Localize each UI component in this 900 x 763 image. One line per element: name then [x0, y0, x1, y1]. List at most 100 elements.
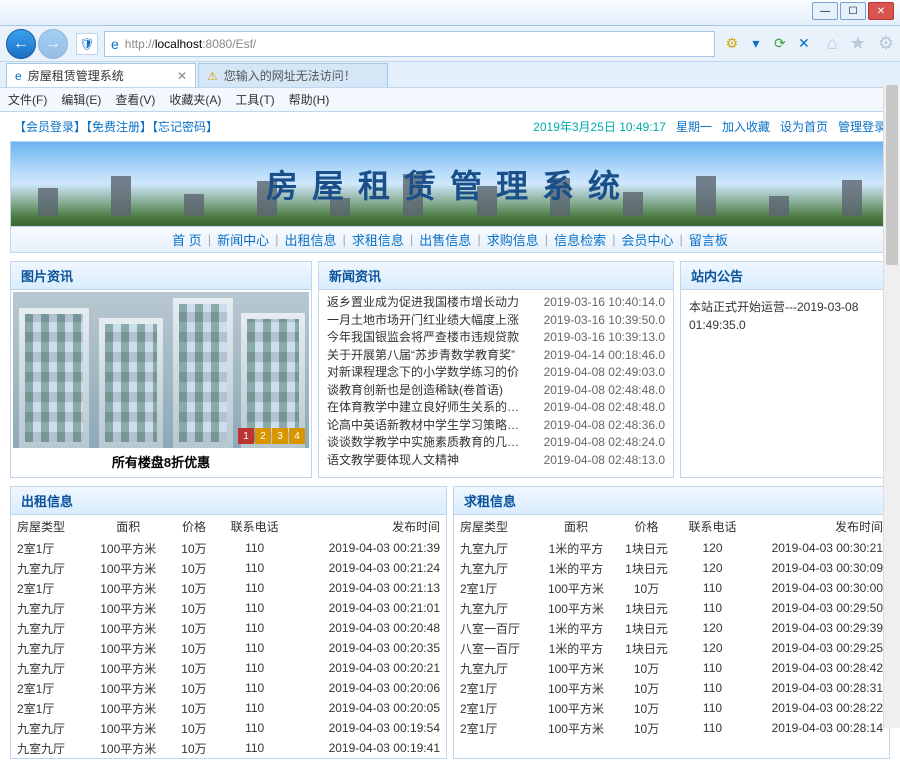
table-row[interactable]: 九室九厅100平方米1块日元1102019-04-03 00:29:50: [454, 598, 889, 618]
nav-home[interactable]: 首 页: [172, 230, 202, 249]
panel-header: 图片资讯: [11, 262, 311, 290]
refresh-icon[interactable]: ⟳: [771, 35, 789, 53]
weekday-text: 星期一: [676, 118, 712, 135]
menu-tools[interactable]: 工具(T): [235, 91, 274, 108]
tab-close-icon[interactable]: ✕: [177, 69, 187, 83]
back-button[interactable]: ←: [6, 29, 36, 59]
col-header: 联系电话: [678, 515, 747, 538]
table-row[interactable]: 九室九厅100平方米10万1102019-04-03 00:20:35: [11, 638, 446, 658]
table-row[interactable]: 九室九厅1米的平方1块日元1202019-04-03 00:30:09: [454, 558, 889, 578]
notice-text: 本站正式开始运营---2019-03-08 01:49:35.0: [681, 290, 889, 342]
link-home[interactable]: 设为首页: [780, 118, 828, 135]
table-row[interactable]: 2室1厅100平方米10万1102019-04-03 00:28:14: [454, 718, 889, 738]
tab-active[interactable]: e 房屋租赁管理系统 ✕: [6, 63, 196, 87]
ie-icon: e: [15, 69, 22, 83]
news-item[interactable]: 今年我国银监会将严查楼市违规贷款2019-03-16 10:39:13.0: [327, 329, 665, 347]
forward-button[interactable]: →: [38, 29, 68, 59]
table-row[interactable]: 2室1厅100平方米10万1102019-04-03 00:21:13: [11, 578, 446, 598]
table-row[interactable]: 九室九厅100平方米10万1102019-04-03 00:20:21: [11, 658, 446, 678]
nav-search[interactable]: 信息检索: [554, 230, 606, 249]
link-fav[interactable]: 加入收藏: [722, 118, 770, 135]
menu-help[interactable]: 帮助(H): [289, 91, 330, 108]
gear-icon[interactable]: ⚙: [878, 33, 894, 54]
stop-icon[interactable]: ✕: [795, 35, 813, 53]
tab-inactive[interactable]: ⚠ 您输入的网址无法访问！: [198, 63, 388, 87]
close-button[interactable]: ✕: [868, 2, 894, 20]
home-icon[interactable]: ⌂: [827, 33, 838, 54]
favorites-icon[interactable]: ★: [850, 33, 866, 54]
table-row[interactable]: 九室九厅100平方米10万1102019-04-03 00:21:24: [11, 558, 446, 578]
datetime-text: 2019年3月25日 10:49:17: [533, 118, 666, 135]
table-row[interactable]: 九室九厅100平方米10万1102019-04-03 00:19:41: [11, 738, 446, 758]
menu-view[interactable]: 查看(V): [115, 91, 155, 108]
page-3[interactable]: 3: [272, 428, 288, 444]
nav-member[interactable]: 会员中心: [622, 230, 674, 249]
table-row[interactable]: 2室1厅100平方米10万1102019-04-03 00:20:05: [11, 698, 446, 718]
panel-rent-seek: 求租信息 房屋类型面积价格联系电话发布时间九室九厅1米的平方1块日元120201…: [453, 486, 890, 759]
address-controls: ⚙ ▾ ⟳ ✕: [723, 35, 813, 53]
news-item[interactable]: 对新课程理念下的小学数学练习的价2019-04-08 02:49:03.0: [327, 364, 665, 382]
panel-pic-news: 图片资讯 1 2 3 4 所有楼盘8折优惠: [10, 261, 312, 478]
table-row[interactable]: 九室九厅100平方米10万1102019-04-03 00:20:48: [11, 618, 446, 638]
link-forgot[interactable]: 【忘记密码】: [152, 120, 218, 134]
dropdown-icon[interactable]: ▾: [747, 35, 765, 53]
table-row[interactable]: 2室1厅100平方米10万1102019-04-03 00:28:22: [454, 698, 889, 718]
scroll-thumb[interactable]: [886, 85, 898, 265]
col-header: 价格: [615, 515, 678, 538]
tab-label: 您输入的网址无法访问！: [224, 67, 356, 84]
news-item[interactable]: 谈教育创新也是创造稀缺(卷首语)2019-04-08 02:48:48.0: [327, 382, 665, 400]
chrome-toolbar: ⌂ ★ ⚙: [827, 33, 894, 54]
security-icon[interactable]: 🛡: [76, 33, 98, 55]
window-titlebar: — ☐ ✕: [0, 0, 900, 26]
table-row[interactable]: 九室九厅100平方米10万1102019-04-03 00:19:54: [11, 718, 446, 738]
url-host: localhost: [155, 37, 202, 51]
nav-sale[interactable]: 出售信息: [419, 230, 471, 249]
menu-favorites[interactable]: 收藏夹(A): [169, 91, 221, 108]
nav-guestbook[interactable]: 留言板: [689, 230, 728, 249]
address-bar[interactable]: e http://localhost:8080/Esf/: [104, 31, 715, 57]
minimize-button[interactable]: —: [812, 2, 838, 20]
panel-rent-out: 出租信息 房屋类型面积价格联系电话发布时间2室1厅100平方米10万110201…: [10, 486, 447, 759]
compat-icon[interactable]: ⚙: [723, 35, 741, 53]
maximize-button[interactable]: ☐: [840, 2, 866, 20]
table-row[interactable]: 2室1厅100平方米10万1102019-04-03 00:20:06: [11, 678, 446, 698]
menu-edit[interactable]: 编辑(E): [61, 91, 101, 108]
news-item[interactable]: 语文教学要体现人文精神2019-04-08 02:48:13.0: [327, 452, 665, 470]
table-row[interactable]: 2室1厅100平方米10万1102019-04-03 00:30:00: [454, 578, 889, 598]
table-row[interactable]: 九室九厅1米的平方1块日元1202019-04-03 00:30:21: [454, 538, 889, 558]
nav-buy[interactable]: 求购信息: [487, 230, 539, 249]
url-scheme: http://: [125, 37, 155, 51]
table-row[interactable]: 八室一百厅1米的平方1块日元1202019-04-03 00:29:39: [454, 618, 889, 638]
panel-header: 新闻资讯: [319, 262, 673, 290]
news-item[interactable]: 在体育教学中建立良好师生关系的有效2019-04-08 02:48:48.0: [327, 399, 665, 417]
nav-rentseek[interactable]: 求租信息: [352, 230, 404, 249]
col-header: 发布时间: [747, 515, 889, 538]
scrollbar[interactable]: [883, 85, 900, 728]
table-row[interactable]: 2室1厅100平方米10万1102019-04-03 00:21:39: [11, 538, 446, 558]
menu-file[interactable]: 文件(F): [8, 91, 47, 108]
col-header: 面积: [86, 515, 171, 538]
table-row[interactable]: 九室九厅100平方米10万1102019-04-03 00:28:42: [454, 658, 889, 678]
page-4[interactable]: 4: [289, 428, 305, 444]
link-register[interactable]: 【免费注册】: [86, 120, 152, 134]
page-2[interactable]: 2: [255, 428, 271, 444]
panel-header: 求租信息: [454, 487, 889, 515]
link-login[interactable]: 【会员登录】: [14, 120, 86, 134]
banner-title: 房屋租赁管理系统: [266, 161, 634, 207]
table-row[interactable]: 八室一百厅1米的平方1块日元1202019-04-03 00:29:25: [454, 638, 889, 658]
tab-label: 房屋租赁管理系统: [28, 67, 124, 84]
carousel-image[interactable]: 1 2 3 4: [13, 292, 309, 448]
warn-icon: ⚠: [207, 69, 218, 83]
news-item[interactable]: 返乡置业成为促进我国楼市增长动力2019-03-16 10:40:14.0: [327, 294, 665, 312]
nav-rentout[interactable]: 出租信息: [284, 230, 336, 249]
page-1[interactable]: 1: [238, 428, 254, 444]
news-item[interactable]: 谈谈数学教学中实施素质教育的几点做2019-04-08 02:48:24.0: [327, 434, 665, 452]
nav-news[interactable]: 新闻中心: [217, 230, 269, 249]
news-item[interactable]: 关于开展第八届“苏步青数学教育奖”2019-04-14 00:18:46.0: [327, 347, 665, 365]
news-item[interactable]: 论高中英语新教材中学生学习策略的培2019-04-08 02:48:36.0: [327, 417, 665, 435]
table-row[interactable]: 九室九厅100平方米10万1102019-04-03 00:21:01: [11, 598, 446, 618]
col-header: 面积: [537, 515, 615, 538]
link-admin[interactable]: 管理登录: [838, 118, 886, 135]
table-row[interactable]: 2室1厅100平方米10万1102019-04-03 00:28:31: [454, 678, 889, 698]
news-item[interactable]: 一月土地市场开门红业绩大幅度上涨2019-03-16 10:39:50.0: [327, 312, 665, 330]
